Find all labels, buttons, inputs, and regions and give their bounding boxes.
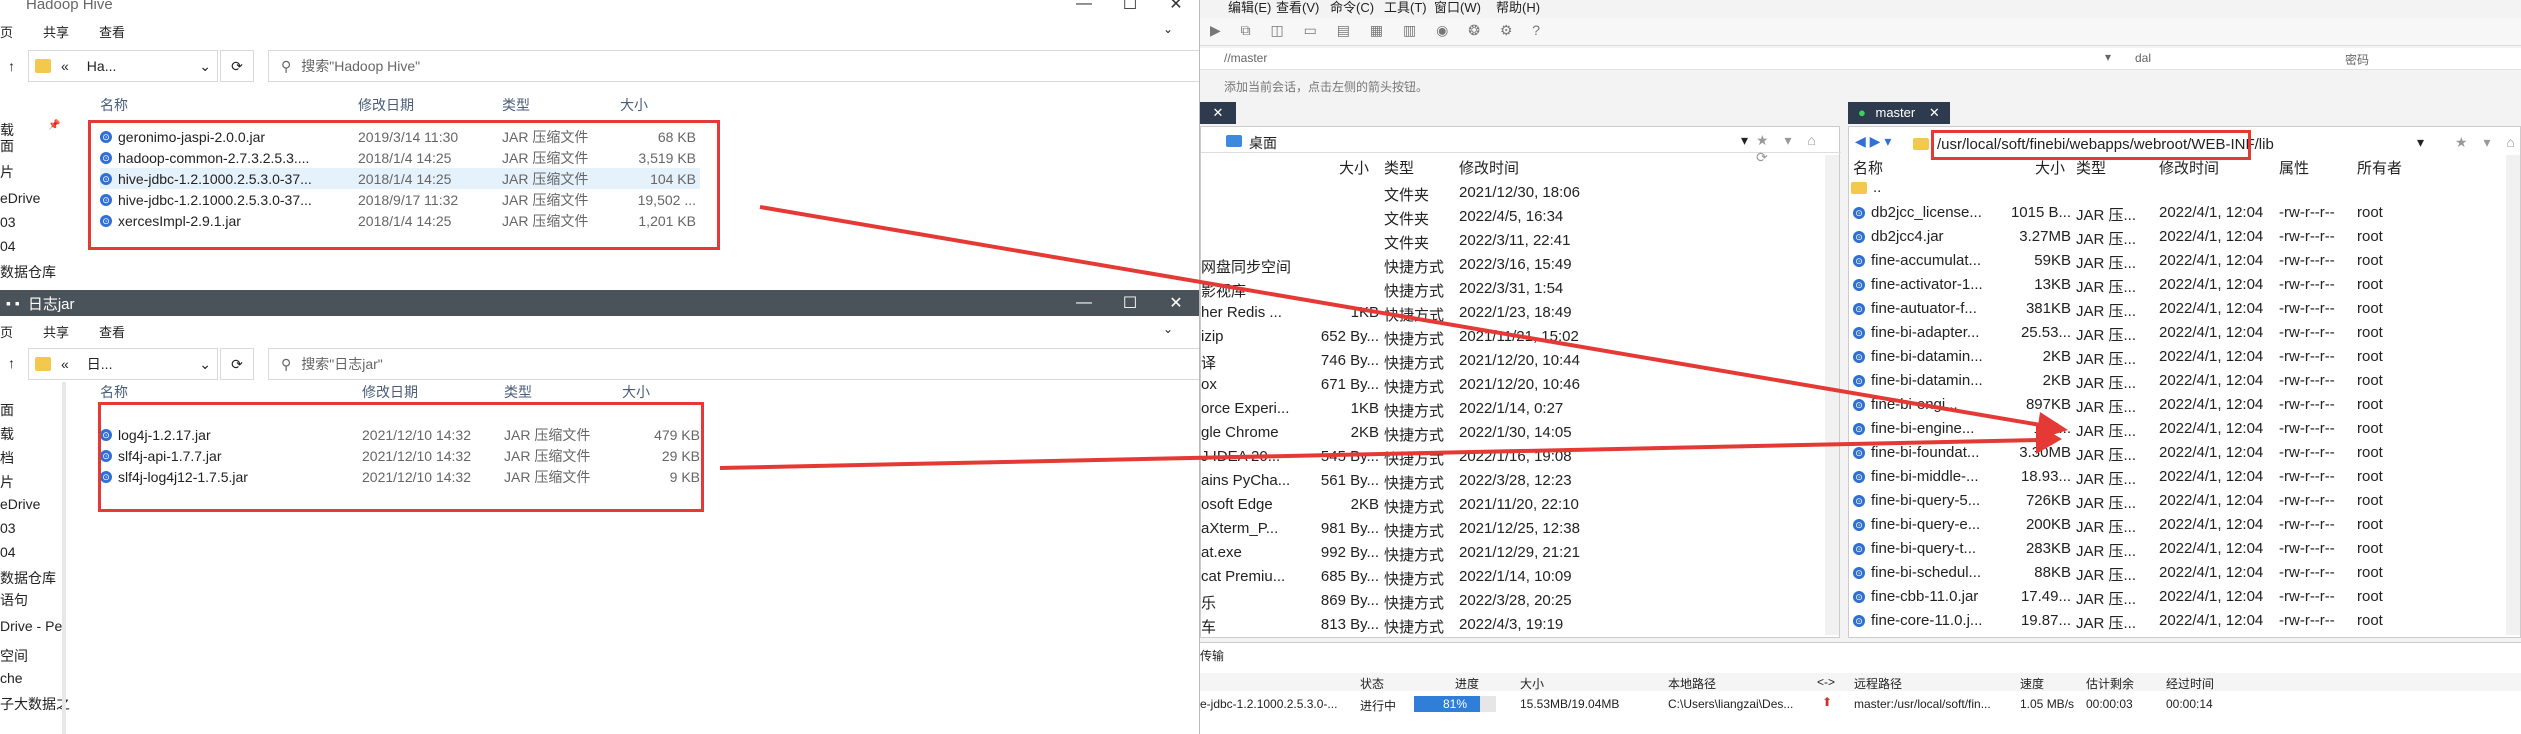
arrow-line — [759, 205, 2059, 430]
desktop: 编辑(E) 查看(V) 命令(C) 工具(T) 窗口(W) 帮助(H) ▶ ⧉ … — [0, 0, 2521, 734]
annotation-arrows — [719, 205, 2068, 470]
arrow-line — [719, 438, 2041, 470]
